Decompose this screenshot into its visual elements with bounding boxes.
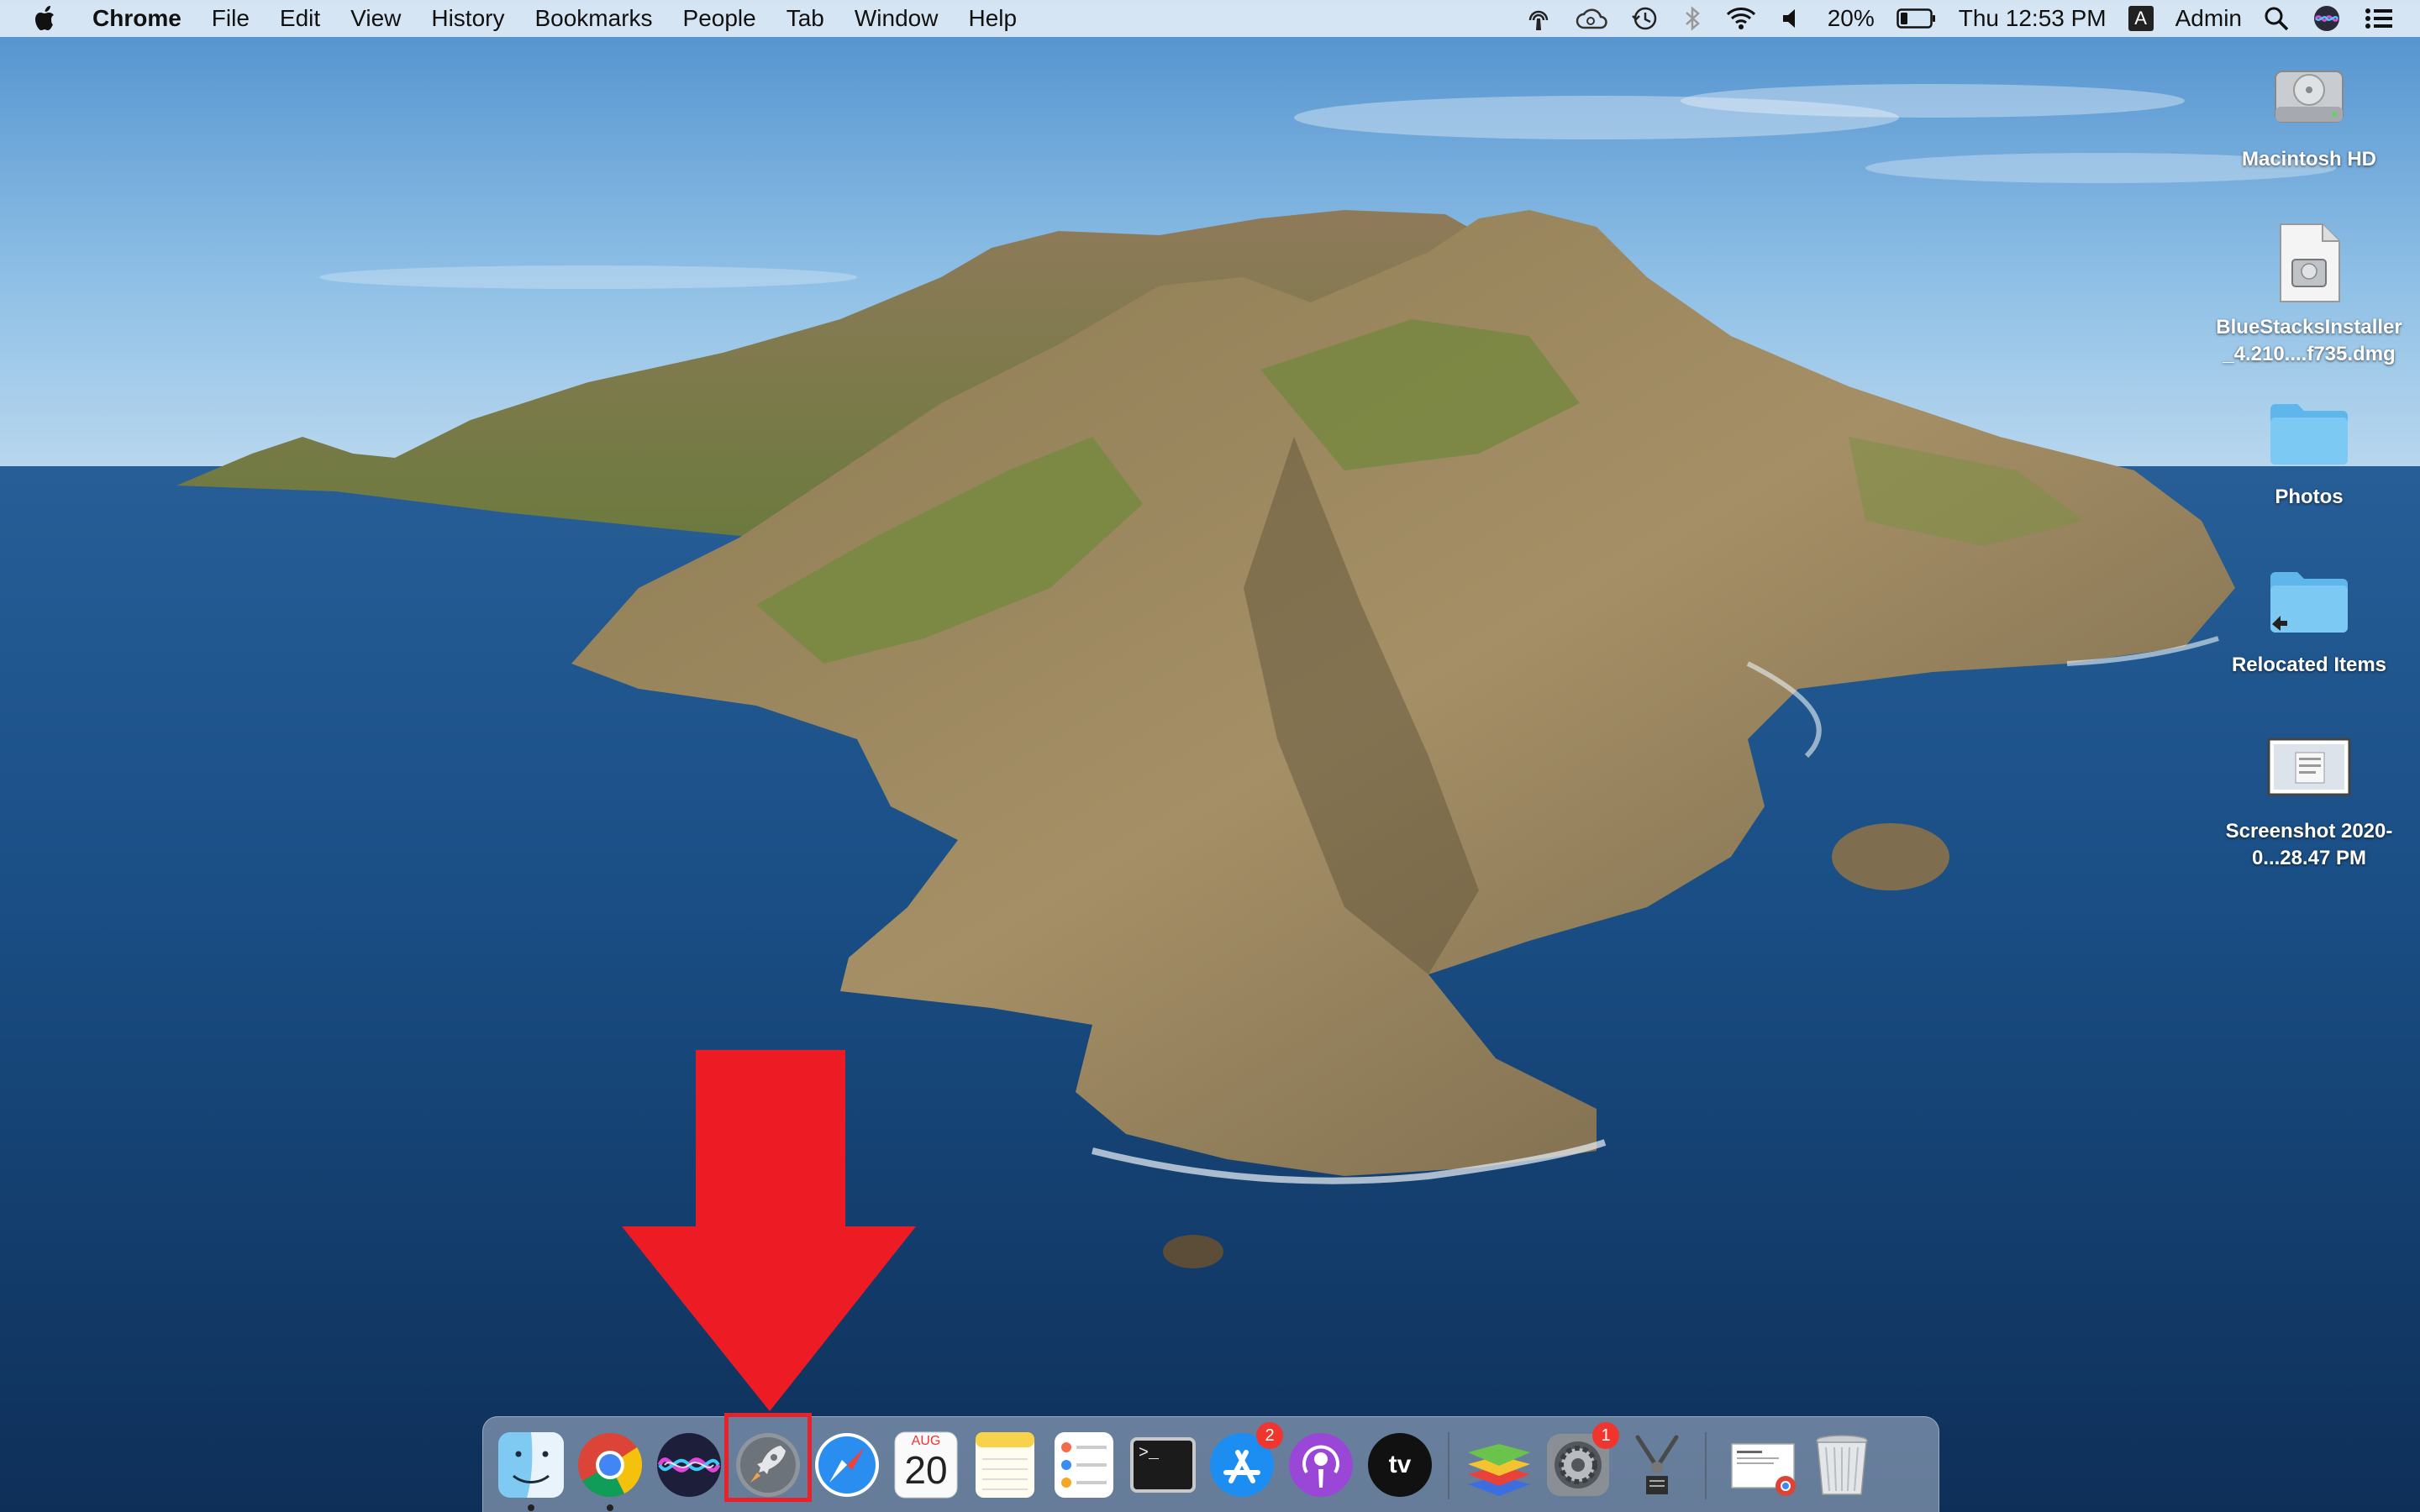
safari-icon — [815, 1433, 879, 1497]
terminal-prompt: >_ — [1139, 1444, 1160, 1463]
dock-item-stack[interactable] — [1727, 1429, 1799, 1501]
menu-file[interactable]: File — [197, 0, 265, 37]
user-name[interactable]: Admin — [2165, 0, 2252, 37]
menu-app-name[interactable]: Chrome — [77, 0, 197, 37]
bluetooth-icon[interactable] — [1671, 0, 1713, 37]
red-arrow-annotation — [622, 1050, 916, 1411]
dock-item-finder[interactable] — [495, 1429, 567, 1511]
wifi-icon[interactable] — [1713, 0, 1769, 37]
menu-tab[interactable]: Tab — [771, 0, 839, 37]
airdrop-icon[interactable] — [1513, 0, 1564, 37]
chrome-icon — [578, 1433, 643, 1498]
siri-icon[interactable] — [2301, 0, 2353, 37]
menu-window[interactable]: Window — [839, 0, 954, 37]
input-source-icon[interactable]: A — [2117, 0, 2165, 37]
menu-view[interactable]: View — [335, 0, 416, 37]
dock-item-calendar[interactable]: AUG 20 — [890, 1429, 962, 1501]
bluestacks-icon — [1468, 1444, 1530, 1496]
battery-percentage[interactable]: 20% — [1818, 0, 1885, 37]
desktop-icon-label: Relocated Items — [2231, 654, 2387, 676]
menu-help[interactable]: Help — [953, 0, 1032, 37]
volume-icon[interactable] — [1769, 0, 1818, 37]
spotlight-icon[interactable] — [2252, 0, 2301, 37]
calendar-day: 20 — [904, 1448, 948, 1492]
system-preferences-badge: 1 — [1592, 1422, 1619, 1449]
siri-icon — [657, 1433, 721, 1497]
time-machine-icon[interactable] — [1619, 0, 1671, 37]
app-store-badge: 2 — [1256, 1422, 1283, 1449]
menu-edit[interactable]: Edit — [265, 0, 335, 37]
dock-separator — [1705, 1432, 1707, 1499]
desktop-icon-photos-folder[interactable]: Photos — [2217, 386, 2402, 511]
dock-item-reminders[interactable] — [1048, 1429, 1120, 1501]
launchpad-highlight-box — [724, 1413, 812, 1502]
dock-item-app-store[interactable]: 2 — [1206, 1422, 1283, 1501]
desktop-icon-label: Macintosh HD — [2241, 148, 2376, 171]
desktop-icon-label: Screenshot 2020-0...28.47 PM — [2225, 820, 2393, 869]
screenshot-tool-icon — [1635, 1435, 1679, 1494]
menu-history[interactable]: History — [416, 0, 519, 37]
podcasts-icon — [1289, 1433, 1353, 1497]
dmg-file-icon — [2263, 217, 2355, 309]
running-indicator — [607, 1504, 613, 1511]
notification-center-icon[interactable] — [2353, 0, 2405, 37]
trash-icon — [1816, 1435, 1868, 1495]
input-source-letter: A — [2128, 6, 2154, 31]
finder-icon — [498, 1432, 564, 1498]
menu-bar: Chrome File Edit View History Bookmarks … — [0, 0, 2420, 37]
dock-item-bluestacks[interactable] — [1463, 1429, 1535, 1501]
clock[interactable]: Thu 12:53 PM — [1949, 0, 2117, 37]
dock-item-trash[interactable] — [1806, 1429, 1878, 1501]
terminal-icon — [1130, 1437, 1196, 1493]
dock-item-podcasts[interactable] — [1285, 1429, 1357, 1501]
folder-icon — [2263, 386, 2355, 479]
desktop-icon-screenshot[interactable]: Screenshot 2020-0...28.47 PM — [2217, 721, 2402, 872]
dock-item-notes[interactable] — [969, 1429, 1041, 1501]
battery-icon[interactable] — [1885, 0, 1949, 37]
dock-item-tv[interactable]: tv — [1364, 1429, 1436, 1501]
menu-people[interactable]: People — [668, 0, 771, 37]
creative-cloud-icon[interactable] — [1564, 0, 1619, 37]
reminders-icon — [1055, 1432, 1113, 1498]
dock-item-chrome[interactable] — [574, 1429, 646, 1511]
desktop-icon-label: BlueStacksInstaller_4.210....f735.dmg — [2216, 316, 2402, 365]
stack-icon — [1731, 1443, 1796, 1496]
desktop-icon-relocated-items[interactable]: Relocated Items — [2217, 554, 2402, 679]
dock-item-terminal[interactable]: >_ — [1127, 1429, 1199, 1501]
screenshot-thumbnail-icon — [2263, 721, 2355, 813]
hard-drive-icon — [2263, 49, 2355, 141]
desktop-icon-macintosh-hd[interactable]: Macintosh HD — [2217, 49, 2402, 173]
apple-menu-icon[interactable] — [32, 0, 60, 37]
tv-label: tv — [1388, 1451, 1412, 1478]
wallpaper — [0, 0, 2420, 1512]
running-indicator — [528, 1504, 534, 1511]
desktop-icon-bluestacks-dmg[interactable]: BlueStacksInstaller_4.210....f735.dmg — [2216, 217, 2402, 368]
desktop[interactable]: Chrome File Edit View History Bookmarks … — [0, 0, 2420, 1512]
dock-item-screenshot-utility[interactable] — [1621, 1429, 1693, 1501]
dock-separator — [1448, 1432, 1449, 1499]
dock-item-safari[interactable] — [811, 1429, 883, 1501]
desktop-icon-label: Photos — [2275, 486, 2344, 508]
folder-alias-icon — [2263, 554, 2355, 647]
dock-item-siri[interactable] — [653, 1429, 725, 1501]
dock-item-system-preferences[interactable]: 1 — [1542, 1422, 1619, 1501]
dock: AUG 20 >_ 2 tv 1 — [482, 1416, 1939, 1512]
notes-icon — [976, 1432, 1034, 1498]
menu-bookmarks[interactable]: Bookmarks — [519, 0, 667, 37]
